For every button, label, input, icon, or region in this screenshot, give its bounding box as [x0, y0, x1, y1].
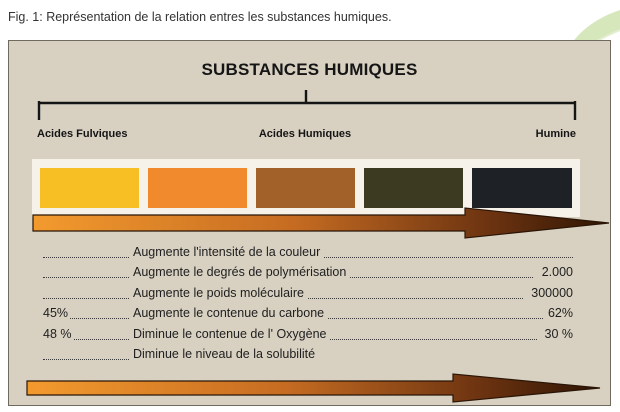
- row-label: Augmente l'intensité de la couleur: [133, 245, 324, 259]
- row-end-value: 300000: [529, 286, 573, 300]
- row-start-value: 45%: [43, 306, 71, 320]
- row-label: Diminue le contenue de l' Oxygène: [133, 327, 330, 341]
- top-gradient-arrow: [32, 207, 610, 239]
- figure-caption: Fig. 1: Représentation de la relation en…: [8, 10, 392, 24]
- row-end-value: 62%: [545, 306, 573, 320]
- property-row: Augmente le degrés de polymérisation 2.0…: [43, 265, 573, 281]
- bottom-gradient-arrow: [26, 373, 601, 403]
- row-label: Augmente le poids moléculaire: [133, 286, 307, 300]
- row-label: Diminue le niveau de la solubilité: [133, 347, 319, 361]
- row-start-value: 48 %: [43, 327, 74, 341]
- row-label: Augmente le degrés de polymérisation: [133, 265, 350, 279]
- property-row: 45% Augmente le contenue du carbone 62%: [43, 306, 573, 322]
- row-end-value: 2.000: [539, 265, 573, 279]
- row-end-value: 30 %: [542, 327, 573, 341]
- diagram-panel: SUBSTANCES HUMIQUES Acides Fulviques Aci…: [8, 40, 611, 406]
- property-row: Augmente l'intensité de la couleur: [43, 245, 573, 261]
- row-label: Augmente le contenue du carbone: [133, 306, 328, 320]
- property-row: 48 % Diminue le contenue de l' Oxygène 3…: [43, 327, 573, 343]
- property-row: Augmente le poids moléculaire 300000: [43, 286, 573, 302]
- property-row: Diminue le niveau de la solubilité: [43, 347, 573, 363]
